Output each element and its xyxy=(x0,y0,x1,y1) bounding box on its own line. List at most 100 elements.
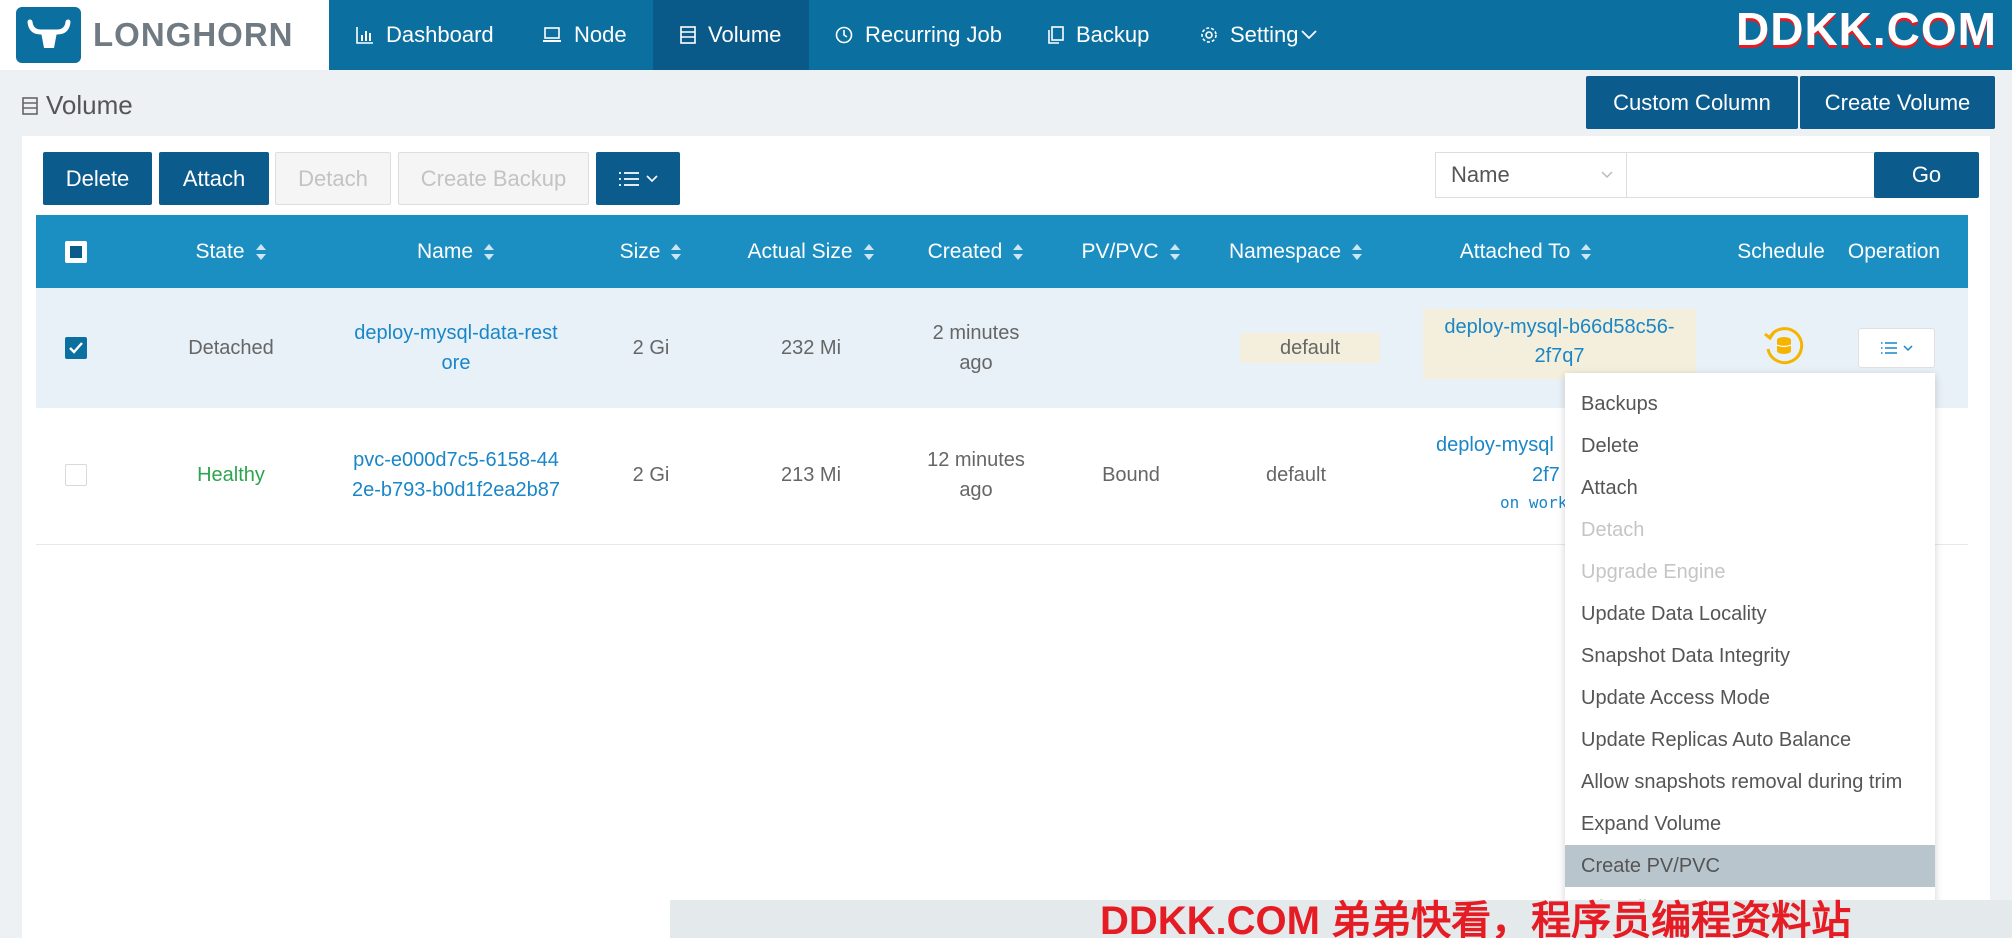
sort-icon xyxy=(484,243,495,260)
column-header-schedule: Schedule xyxy=(1736,215,1826,288)
row-checkbox[interactable] xyxy=(65,464,87,486)
indeterminate-mark xyxy=(70,245,82,258)
namespace-cell: default xyxy=(1265,464,1327,486)
column-header-operation: Operation xyxy=(1836,215,1952,288)
schedule-icon[interactable] xyxy=(1762,324,1804,371)
bar-chart-icon xyxy=(356,27,373,44)
create-backup-button[interactable]: Create Backup xyxy=(398,152,589,205)
name-line: deploy-mysql-data-rest xyxy=(354,322,558,344)
clock-icon xyxy=(835,26,853,44)
sort-icon xyxy=(671,243,682,260)
menu-item-snapshot-data-integrity[interactable]: Snapshot Data Integrity xyxy=(1565,635,1935,677)
menu-item-update-access-mode[interactable]: Update Access Mode xyxy=(1565,677,1935,719)
logo-text: LONGHORN xyxy=(93,16,294,53)
page-title-text: Volume xyxy=(46,90,133,120)
filter-field-select[interactable]: Name xyxy=(1435,152,1627,198)
column-header-attached-to[interactable]: Attached To xyxy=(1426,215,1626,288)
custom-column-button[interactable]: Custom Column xyxy=(1586,76,1798,129)
watermark-bottom: DDKK.COM 弟弟快看，程序员编程资料站 xyxy=(1100,899,1852,938)
column-header-pv-pvc[interactable]: PV/PVC xyxy=(1066,215,1196,288)
menu-item-backups[interactable]: Backups xyxy=(1565,383,1935,425)
search-input[interactable] xyxy=(1627,152,1875,198)
created-line: 2 minutes xyxy=(932,322,1020,344)
column-header-created[interactable]: Created xyxy=(906,215,1046,288)
created-line: 12 minutes xyxy=(927,449,1025,471)
column-label: Size xyxy=(619,239,661,263)
column-label: Schedule xyxy=(1737,239,1825,263)
nav-volume[interactable]: Volume xyxy=(653,0,809,70)
column-header-state[interactable]: State xyxy=(136,215,326,288)
nav-setting-label: Setting xyxy=(1230,22,1299,47)
sort-icon xyxy=(1013,243,1024,260)
top-navbar: LONGHORN Dashboard Node Volume Recurring… xyxy=(0,0,2012,70)
created-cell: 12 minutes ago xyxy=(906,445,1046,505)
menu-item-create-pv-pvc[interactable]: Create PV/PVC xyxy=(1565,845,1935,887)
state-cell: Healthy xyxy=(197,464,265,486)
menu-item-upgrade-engine[interactable]: Upgrade Engine xyxy=(1565,551,1935,593)
size-cell: 2 Gi xyxy=(632,337,670,359)
chevron-down-icon xyxy=(1300,30,1317,40)
menu-item-allow-snapshots-removal[interactable]: Allow snapshots removal during trim xyxy=(1565,761,1935,803)
column-label: State xyxy=(195,239,245,263)
menu-item-update-data-locality[interactable]: Update Data Locality xyxy=(1565,593,1935,635)
bulk-actions-button[interactable] xyxy=(596,152,680,205)
go-button[interactable]: Go xyxy=(1874,152,1979,198)
sort-icon xyxy=(1352,243,1363,260)
chevron-down-icon xyxy=(1903,344,1913,351)
nav-volume-label: Volume xyxy=(708,22,782,47)
menu-item-attach[interactable]: Attach xyxy=(1565,467,1935,509)
actual-size-cell: 213 Mi xyxy=(780,464,842,486)
volume-name-link[interactable]: deploy-mysql-data-rest ore xyxy=(336,318,576,378)
checkmark-icon xyxy=(69,342,83,354)
created-line: ago xyxy=(959,352,993,374)
column-label: Created xyxy=(927,239,1003,263)
column-header-actual-size[interactable]: Actual Size xyxy=(731,215,891,288)
list-icon xyxy=(1881,342,1897,354)
laptop-icon xyxy=(543,27,561,42)
name-line: 2e-b793-b0d1f2ea2b87 xyxy=(352,479,560,501)
gear-icon xyxy=(1201,27,1217,43)
menu-item-detach[interactable]: Detach xyxy=(1565,509,1935,551)
attached-line: deploy-mysql-b66d58c56- xyxy=(1444,316,1675,338)
column-label: Actual Size xyxy=(747,239,853,263)
actual-size-cell: 232 Mi xyxy=(780,337,842,359)
attached-to-link[interactable]: deploy-mysql-b66d58c56- 2f7q7 xyxy=(1423,309,1696,379)
copy-icon xyxy=(1048,26,1064,44)
chevron-down-icon xyxy=(646,174,658,182)
nav-backup[interactable]: Backup xyxy=(1048,0,1149,70)
column-header-size[interactable]: Size xyxy=(596,215,706,288)
column-header-name[interactable]: Name xyxy=(336,215,576,288)
nav-recurring-job-label: Recurring Job xyxy=(865,22,1002,47)
database-icon xyxy=(680,26,696,44)
create-volume-button[interactable]: Create Volume xyxy=(1800,76,1995,129)
column-label: Namespace xyxy=(1228,239,1342,263)
filter-field-value: Name xyxy=(1451,162,1510,187)
row-checkbox[interactable] xyxy=(65,337,87,359)
longhorn-logo-icon xyxy=(16,7,81,63)
column-header-namespace[interactable]: Namespace xyxy=(1211,215,1381,288)
menu-item-delete[interactable]: Delete xyxy=(1565,425,1935,467)
attach-button[interactable]: Attach xyxy=(159,152,269,205)
select-all-cell xyxy=(36,215,116,288)
detach-button[interactable]: Detach xyxy=(275,152,391,205)
menu-item-update-replicas-auto-balance[interactable]: Update Replicas Auto Balance xyxy=(1565,719,1935,761)
delete-button[interactable]: Delete xyxy=(43,152,152,205)
logo[interactable]: LONGHORN xyxy=(0,0,329,70)
size-cell: 2 Gi xyxy=(632,464,670,486)
nav-setting[interactable]: Setting xyxy=(1200,0,1317,70)
table-header: State Name Size Actual Size Created PV/P… xyxy=(36,215,1968,288)
list-icon xyxy=(619,171,639,186)
column-label: Attached To xyxy=(1459,239,1571,263)
volume-name-link[interactable]: pvc-e000d7c5-6158-44 2e-b793-b0d1f2ea2b8… xyxy=(336,445,576,505)
sort-icon xyxy=(1581,243,1592,260)
nav-node[interactable]: Node xyxy=(542,0,627,70)
page-title: Volume xyxy=(22,90,133,121)
menu-item-expand-volume[interactable]: Expand Volume xyxy=(1565,803,1935,845)
select-all-checkbox[interactable] xyxy=(65,240,87,263)
nav-dashboard-label: Dashboard xyxy=(386,22,494,47)
column-label: Name xyxy=(416,239,474,263)
nav-recurring-job[interactable]: Recurring Job xyxy=(835,0,1002,70)
operation-menu-button[interactable] xyxy=(1858,328,1935,368)
nav-dashboard[interactable]: Dashboard xyxy=(356,0,494,70)
chevron-down-icon xyxy=(1601,171,1613,179)
